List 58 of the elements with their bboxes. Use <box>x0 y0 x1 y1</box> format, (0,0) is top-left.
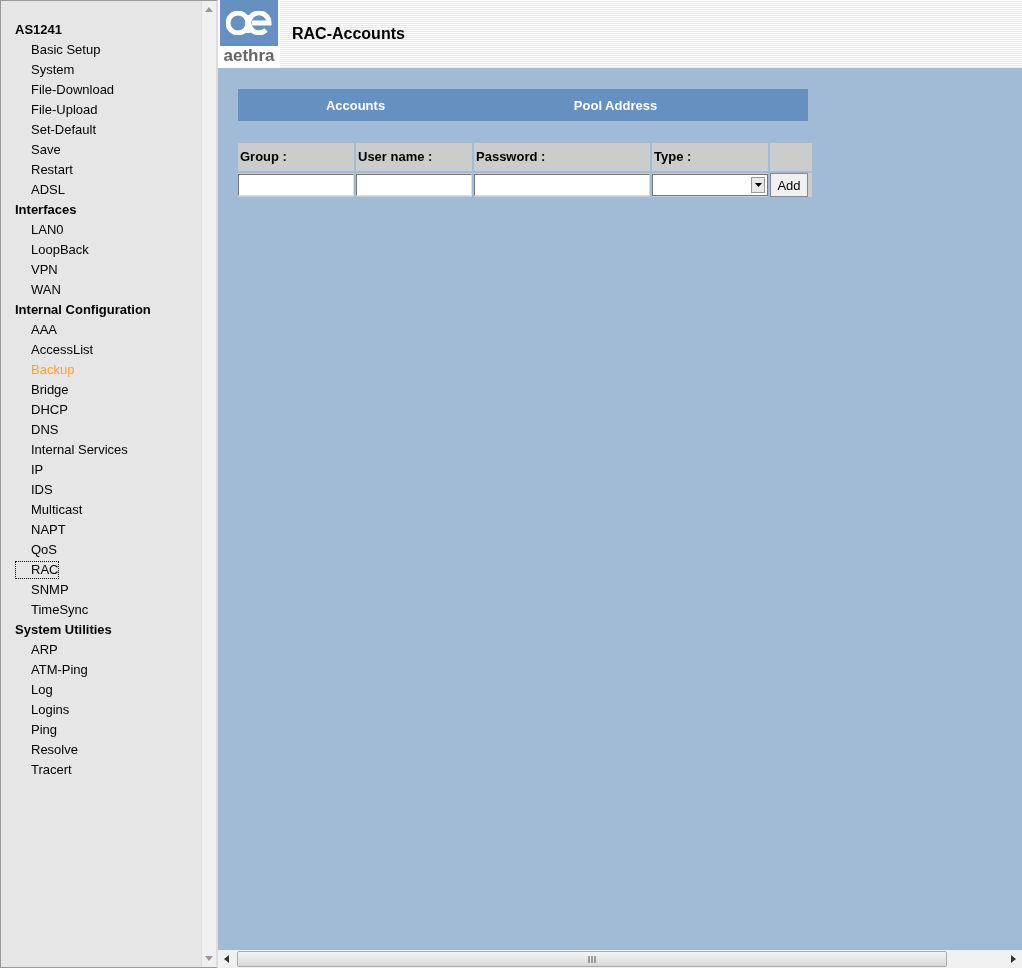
nav-link[interactable]: Internal Services <box>30 441 129 459</box>
nav-link[interactable]: IDS <box>30 481 54 499</box>
dropdown-arrow-icon <box>754 183 762 187</box>
nav-link[interactable]: QoS <box>30 541 58 559</box>
nav-link[interactable]: Tracert <box>30 761 73 779</box>
scroll-right-icon[interactable] <box>1011 955 1016 963</box>
nav-link[interactable]: ATM-Ping <box>30 661 89 679</box>
horizontal-scrollbar[interactable] <box>218 950 1022 968</box>
nav-group-title: Interfaces <box>15 201 78 219</box>
input-field[interactable] <box>474 174 650 196</box>
column-header: Password : <box>474 143 650 171</box>
nav-link[interactable]: Bridge <box>30 381 70 399</box>
nav-link[interactable]: SNMP <box>30 581 70 599</box>
nav-group-title: AS1241 <box>15 21 63 39</box>
nav-link[interactable]: Multicast <box>30 501 84 519</box>
grip-icon <box>587 955 597 963</box>
type-dropdown[interactable] <box>652 174 768 196</box>
nav-link[interactable]: DHCP <box>30 401 69 419</box>
nav-link[interactable]: WAN <box>30 281 62 299</box>
column-header: Type : <box>652 143 768 171</box>
add-button[interactable]: Add <box>770 173 808 197</box>
nav-link[interactable]: VPN <box>30 261 59 279</box>
nav-link[interactable]: Basic Setup <box>30 41 102 59</box>
nav-link[interactable]: IP <box>30 461 45 479</box>
nav-link[interactable]: System <box>30 61 76 79</box>
vertical-scrollbar[interactable] <box>201 1 216 967</box>
nav-link[interactable]: AccessList <box>30 341 95 359</box>
scroll-down-icon[interactable] <box>205 956 213 961</box>
input-field[interactable] <box>238 174 354 196</box>
nav-link[interactable]: Restart <box>30 161 74 179</box>
scroll-up-icon[interactable] <box>205 7 213 12</box>
column-header: Group : <box>238 143 354 171</box>
nav-link[interactable]: AAA <box>30 321 58 339</box>
nav-link[interactable]: ARP <box>30 641 59 659</box>
nav-link[interactable]: RAC <box>15 561 60 579</box>
nav-link[interactable]: TimeSync <box>30 601 90 619</box>
page-title: RAC-Accounts <box>292 25 405 43</box>
nav-link[interactable]: NAPT <box>30 521 67 539</box>
nav-link[interactable]: DNS <box>30 421 60 439</box>
nav-link[interactable]: Resolve <box>30 741 79 759</box>
column-header: User name : <box>356 143 472 171</box>
nav-link[interactable]: File-Upload <box>30 101 99 119</box>
nav-link[interactable]: Set-Default <box>30 121 98 139</box>
input-field[interactable] <box>356 174 472 196</box>
nav-group-title: System Utilities <box>15 621 113 639</box>
column-header <box>770 143 812 171</box>
scrollbar-thumb[interactable] <box>237 951 947 967</box>
nav-link[interactable]: Logins <box>30 701 71 719</box>
nav-link[interactable]: LAN0 <box>30 221 65 239</box>
nav-link[interactable]: Save <box>30 141 62 159</box>
nav-link[interactable]: File-Download <box>30 81 116 99</box>
nav-link[interactable]: ADSL <box>30 181 66 199</box>
logo-text: aethra <box>223 46 275 66</box>
nav-link[interactable]: Log <box>30 681 54 699</box>
nav-link[interactable]: Ping <box>30 721 59 739</box>
scroll-left-icon[interactable] <box>224 955 229 963</box>
nav-group-title: Internal Configuration <box>15 301 152 319</box>
nav-link[interactable]: LoopBack <box>30 241 90 259</box>
